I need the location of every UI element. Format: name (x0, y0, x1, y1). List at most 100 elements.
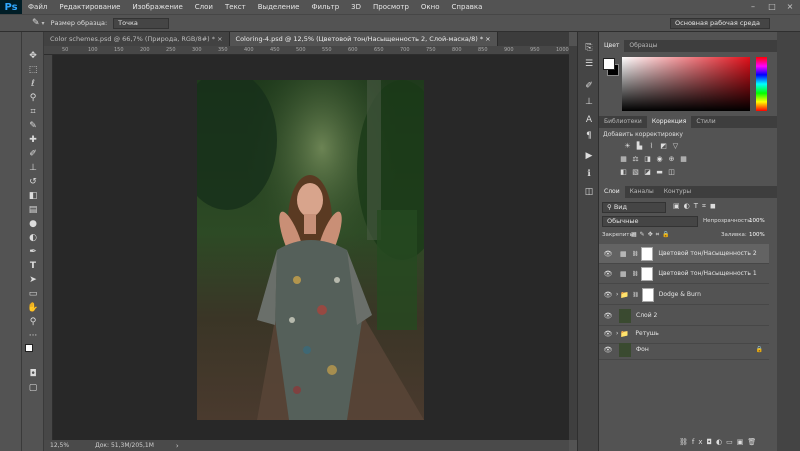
layer-bottom-controls[interactable]: ⛓fx◘◐▭▣🗑 (679, 438, 775, 446)
pen-tool-icon[interactable]: ✒ (26, 246, 40, 258)
levels-icon[interactable]: ▙ (635, 142, 644, 150)
minimize-button[interactable]: – (744, 0, 762, 14)
zoom-level[interactable]: 12,5% (50, 442, 69, 449)
navigator-panel-icon[interactable]: ◫ (582, 186, 596, 198)
workspace-select[interactable]: Основная рабочая среда (670, 18, 770, 29)
sample-size-select[interactable]: Точка (113, 17, 170, 29)
eye-icon[interactable]: 👁 (602, 346, 614, 354)
foreground-color-top[interactable] (603, 58, 615, 70)
screen-mode-icon[interactable]: ▢ (26, 382, 40, 394)
tab-adjustments[interactable]: Коррекция (646, 116, 692, 128)
move-tool-icon[interactable]: ✥ (26, 50, 40, 62)
marquee-tool-icon[interactable]: ⬚ (26, 64, 40, 76)
tab-color-schemes[interactable]: Color schemes.psd @ 66,7% (Природа, RGB/… (44, 32, 230, 46)
menu-window[interactable]: Окно (415, 0, 446, 14)
threshold-icon[interactable]: ◪ (643, 168, 652, 176)
lock-icons[interactable]: ▦✎✥⌗🔒 (631, 231, 673, 239)
document-photo[interactable] (197, 80, 424, 420)
menu-layers[interactable]: Слои (189, 0, 219, 14)
tab-paths[interactable]: Контуры (659, 186, 696, 198)
shape-tool-icon[interactable]: ▭ (26, 288, 40, 300)
menu-help[interactable]: Справка (446, 0, 489, 14)
black-white-icon[interactable]: ◨ (643, 155, 652, 163)
layer-row[interactable]: 👁 Фон 🔒 (599, 340, 769, 360)
eye-icon[interactable]: 👁 (602, 250, 614, 258)
hue-saturation-icon[interactable]: ▦ (619, 155, 628, 163)
clone-source-icon[interactable]: ⊥ (582, 96, 596, 108)
menu-filter[interactable]: Фильтр (305, 0, 345, 14)
fill-value[interactable]: 100% (749, 232, 765, 238)
brightness-icon[interactable]: ☀ (623, 142, 632, 150)
healing-brush-icon[interactable]: ✚ (26, 134, 40, 146)
chevron-right-icon[interactable]: › (616, 291, 618, 298)
photo-filter-icon[interactable]: ◉ (655, 155, 664, 163)
layer-filter-select[interactable]: ⚲ Вид (602, 202, 666, 213)
filter-icons[interactable]: ▣◐T⌗◼ (673, 202, 763, 211)
menu-image[interactable]: Изображение (126, 0, 188, 14)
type-tool-icon[interactable]: T (26, 260, 40, 272)
blend-mode-select[interactable]: Обычные (602, 216, 698, 227)
layer-row[interactable]: 👁 › 📁 ⛓ Dodge & Burn (599, 285, 769, 305)
quick-mask-icon[interactable]: ◘ (26, 368, 40, 380)
brush-tool-icon[interactable]: ✐ (26, 148, 40, 160)
menu-text[interactable]: Текст (219, 0, 252, 14)
history-panel-icon[interactable]: ⎘ (582, 42, 596, 54)
invert-icon[interactable]: ◧ (619, 168, 628, 176)
info-panel-icon[interactable]: ℹ (582, 168, 596, 180)
tab-layers[interactable]: Слои (599, 186, 625, 198)
tab-styles[interactable]: Стили (691, 116, 720, 128)
paragraph-panel-icon[interactable]: ¶ (582, 130, 596, 142)
eraser-tool-icon[interactable]: ◧ (26, 190, 40, 202)
close-icon[interactable]: × (217, 35, 222, 43)
history-brush-icon[interactable]: ↺ (26, 176, 40, 188)
status-arrow-icon[interactable]: › (176, 442, 179, 450)
vibrance-icon[interactable]: ▽ (671, 142, 680, 150)
hue-slider[interactable] (756, 57, 767, 111)
exposure-icon[interactable]: ◩ (659, 142, 668, 150)
opacity-value[interactable]: 100% (749, 218, 765, 224)
crop-tool-icon[interactable]: ⌗ (26, 106, 40, 118)
curves-icon[interactable]: ⌇ (647, 142, 656, 150)
layer-row[interactable]: 👁 Слой 2 (599, 306, 769, 326)
maximize-button[interactable]: □ (763, 0, 781, 14)
tab-color[interactable]: Цвет (599, 40, 625, 52)
gradient-map-icon[interactable]: ▬ (655, 168, 664, 176)
tab-coloring-4[interactable]: Coloring-4.psd @ 12,5% (Цветовой тон/Нас… (229, 32, 498, 46)
path-select-icon[interactable]: ➤ (26, 274, 40, 286)
chevron-down-icon[interactable]: ▾ (42, 20, 45, 27)
blur-tool-icon[interactable]: ● (26, 218, 40, 230)
lasso-tool-icon[interactable]: ℓ (26, 78, 40, 90)
close-window-button[interactable]: × (781, 0, 799, 14)
quick-select-tool-icon[interactable]: ⚲ (26, 92, 40, 104)
layer-row[interactable]: 👁 ▦ ⛓ Цветовой тон/Насыщенность 2 (599, 244, 769, 264)
posterize-icon[interactable]: ▧ (631, 168, 640, 176)
properties-panel-icon[interactable]: ☰ (582, 58, 596, 70)
color-lookup-icon[interactable]: ▦ (679, 155, 688, 163)
menu-file[interactable]: Файл (22, 0, 53, 14)
eye-icon[interactable]: 👁 (602, 330, 614, 338)
foreground-swatch[interactable] (25, 344, 33, 352)
eye-icon[interactable]: 👁 (602, 270, 614, 278)
eye-icon[interactable]: 👁 (602, 291, 614, 299)
eye-icon[interactable]: 👁 (602, 312, 614, 320)
gradient-tool-icon[interactable]: ▤ (26, 204, 40, 216)
channel-mixer-icon[interactable]: ⊕ (667, 155, 676, 163)
tab-libraries[interactable]: Библиотеки (599, 116, 647, 128)
eyedropper-icon[interactable]: ✎ (32, 18, 40, 28)
eyedropper-tool-icon[interactable]: ✎ (26, 120, 40, 132)
color-balance-icon[interactable]: ⚖ (631, 155, 640, 163)
menu-edit[interactable]: Редактирование (53, 0, 126, 14)
actions-panel-icon[interactable]: ▶ (582, 150, 596, 162)
hand-tool-icon[interactable]: ✋ (26, 302, 40, 314)
zoom-tool-icon[interactable]: ⚲ (26, 316, 40, 328)
layer-row[interactable]: 👁 ▦ ⛓ Цветовой тон/Насыщенность 1 (599, 264, 769, 284)
tab-swatches[interactable]: Образцы (624, 40, 662, 52)
clone-stamp-icon[interactable]: ⊥ (26, 162, 40, 174)
more-tools-icon[interactable]: ··· (26, 330, 40, 342)
color-field[interactable] (622, 57, 750, 111)
menu-view[interactable]: Просмотр (367, 0, 415, 14)
character-panel-icon[interactable]: A (582, 114, 596, 126)
chevron-right-icon[interactable]: › (616, 330, 618, 337)
selective-color-icon[interactable]: ◫ (667, 168, 676, 176)
dodge-tool-icon[interactable]: ◐ (26, 232, 40, 244)
